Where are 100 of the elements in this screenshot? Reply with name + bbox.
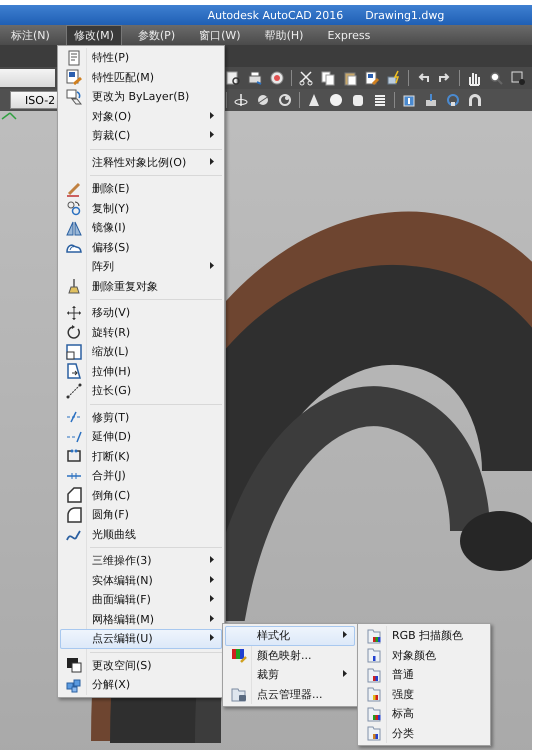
color-bars-icon: [231, 647, 247, 664]
menu-item[interactable]: 裁剪: [225, 665, 355, 684]
arch-icon[interactable]: [467, 92, 483, 108]
scissors-icon[interactable]: [298, 70, 314, 86]
point-cloud-folder-icon: [366, 725, 382, 742]
menu-item[interactable]: 修剪(T): [60, 408, 222, 427]
clipboard-icon[interactable]: [342, 70, 358, 86]
stacked-lines-icon[interactable]: [372, 92, 388, 108]
menu-item[interactable]: 曲面编辑(F): [60, 590, 222, 610]
window-zoom-icon[interactable]: [510, 70, 526, 86]
point-cloud-folder-icon: [366, 666, 382, 683]
menu-item[interactable]: RGB 扫描颜色: [360, 626, 488, 646]
menu-item[interactable]: 光顺曲线: [60, 524, 222, 544]
submenu-arrow-icon: [342, 669, 348, 678]
menu-item[interactable]: 缩放(L): [60, 342, 222, 362]
squares-icon: [66, 344, 82, 360]
menu-item[interactable]: 镜像(I): [60, 218, 222, 238]
menu-item[interactable]: 删除(E): [60, 179, 222, 198]
menu-item[interactable]: 打断(K): [60, 446, 222, 466]
submenu-arrow-icon: [209, 156, 215, 166]
menu-item[interactable]: 点云编辑(U): [60, 629, 222, 648]
menu-item[interactable]: 拉伸(H): [60, 362, 222, 381]
layers-icon: [66, 88, 82, 105]
diagonal-line-icon: [66, 382, 82, 399]
menu-item[interactable]: 拉长(G): [60, 381, 222, 400]
broom-icon: [66, 278, 82, 294]
chamfer-icon: [66, 487, 82, 504]
menu-item[interactable]: 普通: [360, 665, 488, 684]
gap-rectangle-icon: [66, 448, 82, 464]
menu-item[interactable]: 注释性对象比例(O): [60, 152, 222, 172]
cylinder-icon[interactable]: [350, 92, 366, 108]
document-title: Drawing1.dwg: [365, 8, 444, 22]
menu-item[interactable]: 复制(Y): [60, 198, 222, 218]
folder-list-icon: [231, 686, 247, 702]
extrude-icon[interactable]: [423, 92, 439, 108]
menu-bar-item[interactable]: 修改(M): [66, 24, 122, 46]
sphere-icon[interactable]: [269, 70, 285, 86]
submenu-arrow-icon: [209, 574, 215, 584]
menu-item[interactable]: 对象(O): [60, 106, 222, 126]
menu-item[interactable]: 旋转(R): [60, 322, 222, 342]
menu-bar-item[interactable]: Express: [319, 26, 378, 44]
menu-item[interactable]: 分类: [360, 724, 488, 743]
menu-item[interactable]: 删除重复对象: [60, 276, 222, 296]
monitor-icon: [66, 657, 82, 674]
circles-icon: [66, 200, 82, 216]
menu-item[interactable]: 点云管理器...: [225, 684, 355, 704]
menu-item[interactable]: 样式化: [225, 626, 355, 646]
zoom-icon[interactable]: [488, 70, 504, 86]
menu-bar-item[interactable]: 标注(N): [3, 24, 58, 46]
menu-item[interactable]: 颜色映射...: [225, 646, 355, 665]
submenu-arrow-icon: [209, 110, 215, 120]
copy-icon[interactable]: [320, 70, 336, 86]
lightning-icon[interactable]: [386, 70, 402, 86]
menu-bar-item[interactable]: 窗口(W): [191, 24, 249, 46]
brush-icon: [66, 69, 82, 86]
menu-item[interactable]: 倒角(C): [60, 486, 222, 505]
orbit-icon[interactable]: [233, 92, 249, 108]
rotate-arrow-icon: [66, 324, 82, 340]
cone-icon[interactable]: [306, 92, 322, 108]
menu-item[interactable]: 强度: [360, 684, 488, 704]
menu-item[interactable]: 剪裁(C): [60, 126, 222, 146]
cross-arrows-icon: [66, 304, 82, 321]
menu-item[interactable]: 合并(J): [60, 466, 222, 486]
point-cloud-folder-icon: [366, 628, 382, 644]
point-cloud-folder-icon: [366, 686, 382, 702]
menu-bar-item[interactable]: 帮助(H): [256, 24, 312, 46]
menu-item[interactable]: 移动(V): [60, 303, 222, 322]
menu-item[interactable]: 对象颜色: [360, 646, 488, 665]
dropdown-field[interactable]: [0, 69, 55, 87]
sphere-icon[interactable]: [328, 92, 344, 108]
triangles-icon: [66, 220, 82, 236]
submenu-arrow-icon: [209, 633, 215, 642]
menu-item[interactable]: 偏移(S): [60, 238, 222, 257]
stretch-icon: [66, 363, 82, 380]
submenu-arrow-icon: [209, 614, 215, 623]
menu-item[interactable]: 实体编辑(N): [60, 570, 222, 590]
brush-icon[interactable]: [364, 70, 380, 86]
submenu-arrow-icon: [342, 630, 348, 640]
menu-item[interactable]: 阵列: [60, 257, 222, 276]
menu-bar-item[interactable]: 参数(P): [130, 24, 184, 46]
menu-item[interactable]: 延伸(D): [60, 427, 222, 446]
exploded-boxes-icon: [66, 676, 82, 693]
menu-item[interactable]: 圆角(F): [60, 505, 222, 524]
menu-item[interactable]: 分解(X): [60, 675, 222, 694]
point-cloud-folder-icon: [366, 706, 382, 722]
app-title: Autodesk AutoCAD 2016: [208, 8, 344, 22]
printer-icon[interactable]: [247, 70, 263, 86]
ucs-axis-icon: [0, 111, 18, 121]
menu-item[interactable]: 更改空间(S): [60, 656, 222, 675]
eraser-pencil-icon: [66, 180, 82, 197]
menu-item[interactable]: 标高: [360, 704, 488, 724]
submenu-arrow-icon: [209, 555, 215, 564]
magnifier-icon[interactable]: [225, 70, 241, 86]
submenu-arrow-icon: [209, 130, 215, 140]
revolve-icon[interactable]: [445, 92, 461, 108]
orbit-sphere-icon[interactable]: [277, 92, 293, 108]
orbit-sphere-icon[interactable]: [255, 92, 271, 108]
sheet-icon: [66, 50, 82, 66]
menu-item[interactable]: 网格编辑(M): [60, 610, 222, 629]
menu-item[interactable]: 三维操作(3): [60, 551, 222, 570]
